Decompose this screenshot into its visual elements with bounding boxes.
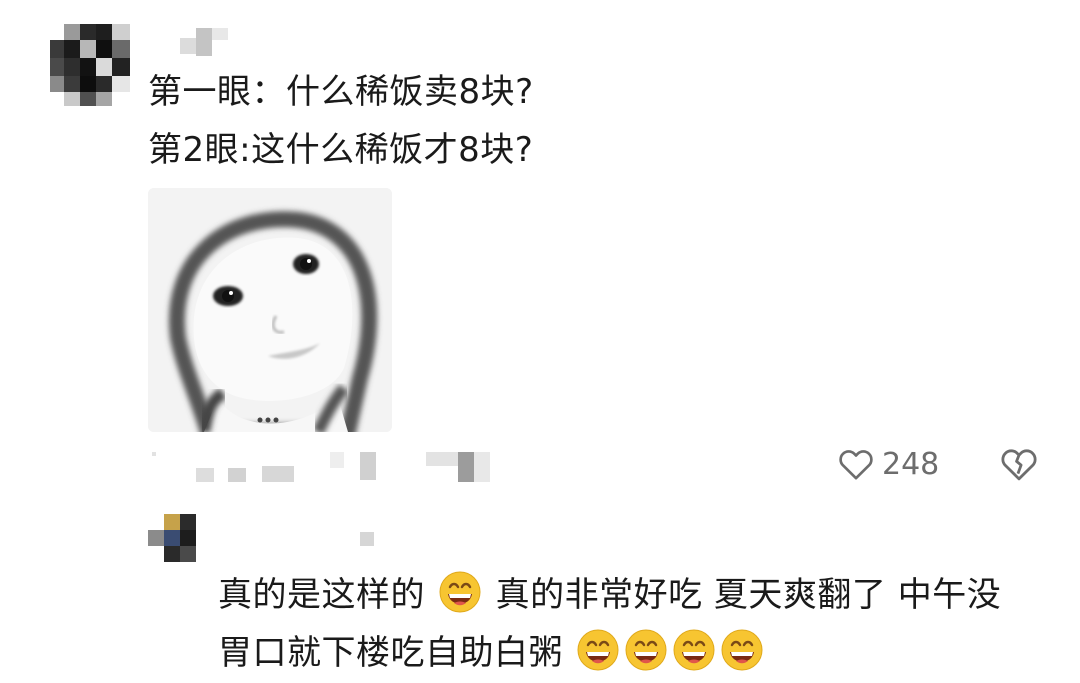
comment-text-line: 第2眼:这什么稀饭才8块?	[148, 130, 534, 170]
sketch-face-image	[148, 188, 392, 432]
heart-outline-icon	[839, 450, 873, 480]
grinning-face-emoji-icon	[721, 629, 763, 671]
dislike-button[interactable]	[998, 443, 1040, 485]
like-button[interactable]: 248	[836, 442, 939, 486]
grinning-face-emoji-icon	[673, 629, 715, 671]
pixelated-avatar-image	[148, 514, 196, 562]
avatar[interactable]	[50, 24, 132, 106]
like-count: 248	[882, 446, 940, 482]
broken-heart-icon	[1001, 449, 1037, 481]
reply-text-segment: 真的非常好吃 夏天爽翻了 中午没	[495, 575, 1002, 615]
reply-text-segment: 真的是这样的	[218, 575, 425, 615]
meme-image[interactable]	[148, 188, 392, 432]
grinning-face-emoji-icon	[577, 629, 619, 671]
comment-meta-blurred[interactable]	[150, 448, 500, 484]
reply-avatar[interactable]	[148, 514, 196, 562]
reply-text-line: 真的是这样的 真的非常好吃 夏天爽翻了 中午没	[218, 570, 1001, 617]
pixelated-avatar-image	[50, 24, 130, 106]
reply-text-segment: 胃口就下楼吃自助白粥	[218, 633, 563, 673]
reply-text-line: 胃口就下楼吃自助白粥	[218, 628, 766, 675]
grinning-face-emoji-icon	[439, 571, 481, 613]
comment-text-line: 第一眼：什么稀饭卖8块?	[148, 72, 534, 112]
grinning-face-emoji-icon	[625, 629, 667, 671]
